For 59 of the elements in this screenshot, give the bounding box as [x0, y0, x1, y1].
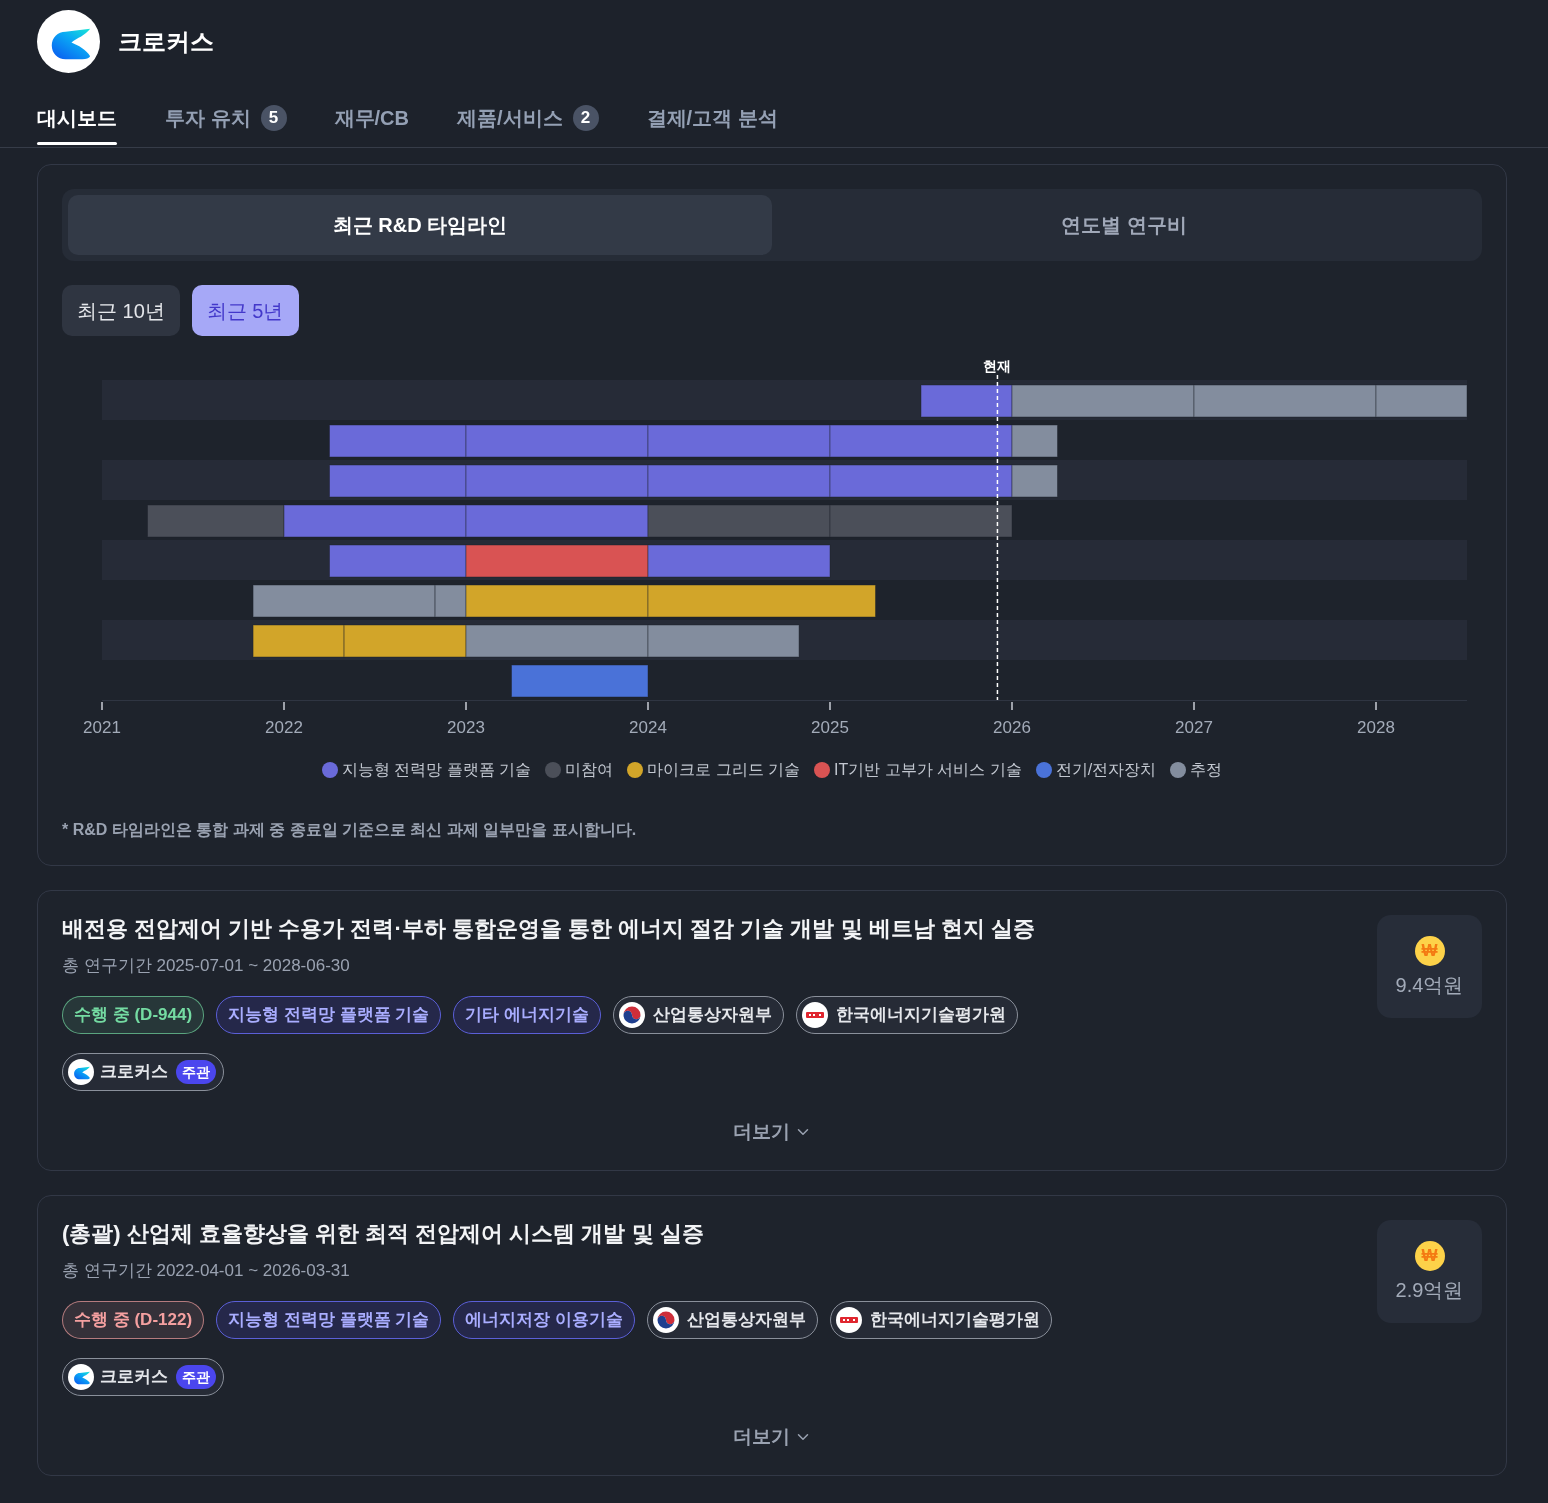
legend-label: 추정	[1190, 760, 1223, 780]
count-badge: 5	[260, 104, 287, 131]
organization-name: 산업통상자원부	[687, 1309, 806, 1332]
role-badge: 주관	[176, 1060, 216, 1084]
organization-name: 한국에너지기술평가원	[870, 1309, 1040, 1332]
legend-label: IT기반 고부가 서비스 기술	[834, 760, 1022, 780]
company-name: 크로커스	[118, 26, 214, 57]
nav-tab[interactable]: 대시보드	[37, 88, 117, 147]
organization-name: 크로커스	[100, 1061, 168, 1084]
view-tab[interactable]: 최근 R&D 타임라인	[68, 195, 772, 255]
agency-logo-icon	[836, 1307, 862, 1333]
legend-label: 지능형 전력망 플랫폼 기술	[341, 760, 532, 780]
funding-amount: 2.9억원	[1395, 1277, 1464, 1303]
view-tab[interactable]: 연도별 연구비	[772, 195, 1476, 255]
footnote: * R&D 타임라인은 통합 과제 중 종료일 기준으로 최신 과제 일부만을 표시합니다.	[62, 820, 638, 840]
nav-tab[interactable]: 제품/서비스 2	[457, 88, 599, 147]
axis-tick-label: 2028	[1357, 718, 1395, 737]
organization-name: 한국에너지기술평가원	[836, 1004, 1006, 1027]
field-tag: 지능형 전력망 플랫폼 기술	[216, 1301, 442, 1339]
more-button[interactable]: 더보기	[732, 1421, 812, 1453]
status-tag: 수행 중 (D-122)	[62, 1301, 205, 1339]
won-coin-icon: ₩	[1414, 935, 1445, 966]
axis-tick-label: 2022	[265, 718, 303, 737]
nav-tab[interactable]: 결제/고객 분석	[646, 88, 778, 147]
funding-amount: 9.4억원	[1395, 972, 1464, 998]
axis-tick-label: 2026	[993, 718, 1031, 737]
project-period: 총 연구기간 2022-04-01 ~ 2026-03-31	[62, 1260, 351, 1282]
field-tag: 지능형 전력망 플랫폼 기술	[216, 996, 442, 1034]
company-logo-icon	[68, 1059, 94, 1085]
role-badge: 주관	[176, 1365, 216, 1389]
emblem-icon	[619, 1002, 645, 1028]
current-date-label: 현재	[983, 358, 1012, 374]
period-button[interactable]: 최근 10년	[62, 285, 180, 336]
project-period: 총 연구기간 2025-07-01 ~ 2028-06-30	[62, 955, 351, 977]
organization-name: 크로커스	[100, 1366, 168, 1389]
status-tag: 수행 중 (D-944)	[62, 996, 205, 1034]
nav-tab[interactable]: 재무/CB	[334, 88, 409, 147]
legend-label: 전기/전자장치	[1055, 760, 1157, 780]
project-title: (총괄) 산업체 효율향상을 위한 최적 전압제어 시스템 개발 및 실증	[62, 1220, 705, 1248]
agency-logo-icon	[802, 1002, 828, 1028]
project-title: 배전용 전압제어 기반 수용가 전력·부하 통합운영을 통한 에너지 절감 기술 개발 및 베트남 현지 실증	[62, 915, 1036, 943]
axis-tick-label: 2027	[1175, 718, 1213, 737]
organization-name: 산업통상자원부	[653, 1004, 772, 1027]
field-tag: 기타 에너지기술	[453, 996, 601, 1034]
legend-label: 마이크로 그리드 기술	[647, 760, 801, 780]
period-button[interactable]: 최근 5년	[191, 285, 299, 336]
company-logo-icon	[37, 10, 100, 73]
emblem-icon	[653, 1307, 679, 1333]
field-tag: 에너지저장 이용기술	[453, 1301, 635, 1339]
nav-tab[interactable]: 투자 유치 5	[165, 88, 287, 147]
won-coin-icon: ₩	[1414, 1240, 1445, 1271]
axis-tick-label: 2025	[811, 718, 849, 737]
count-badge: 2	[572, 104, 599, 131]
legend-label: 미참여	[565, 760, 614, 780]
axis-tick-label: 2021	[83, 718, 121, 737]
company-logo-icon	[68, 1364, 94, 1390]
axis-tick-label: 2024	[629, 718, 667, 737]
axis-tick-label: 2023	[447, 718, 485, 737]
more-button[interactable]: 더보기	[732, 1116, 812, 1148]
